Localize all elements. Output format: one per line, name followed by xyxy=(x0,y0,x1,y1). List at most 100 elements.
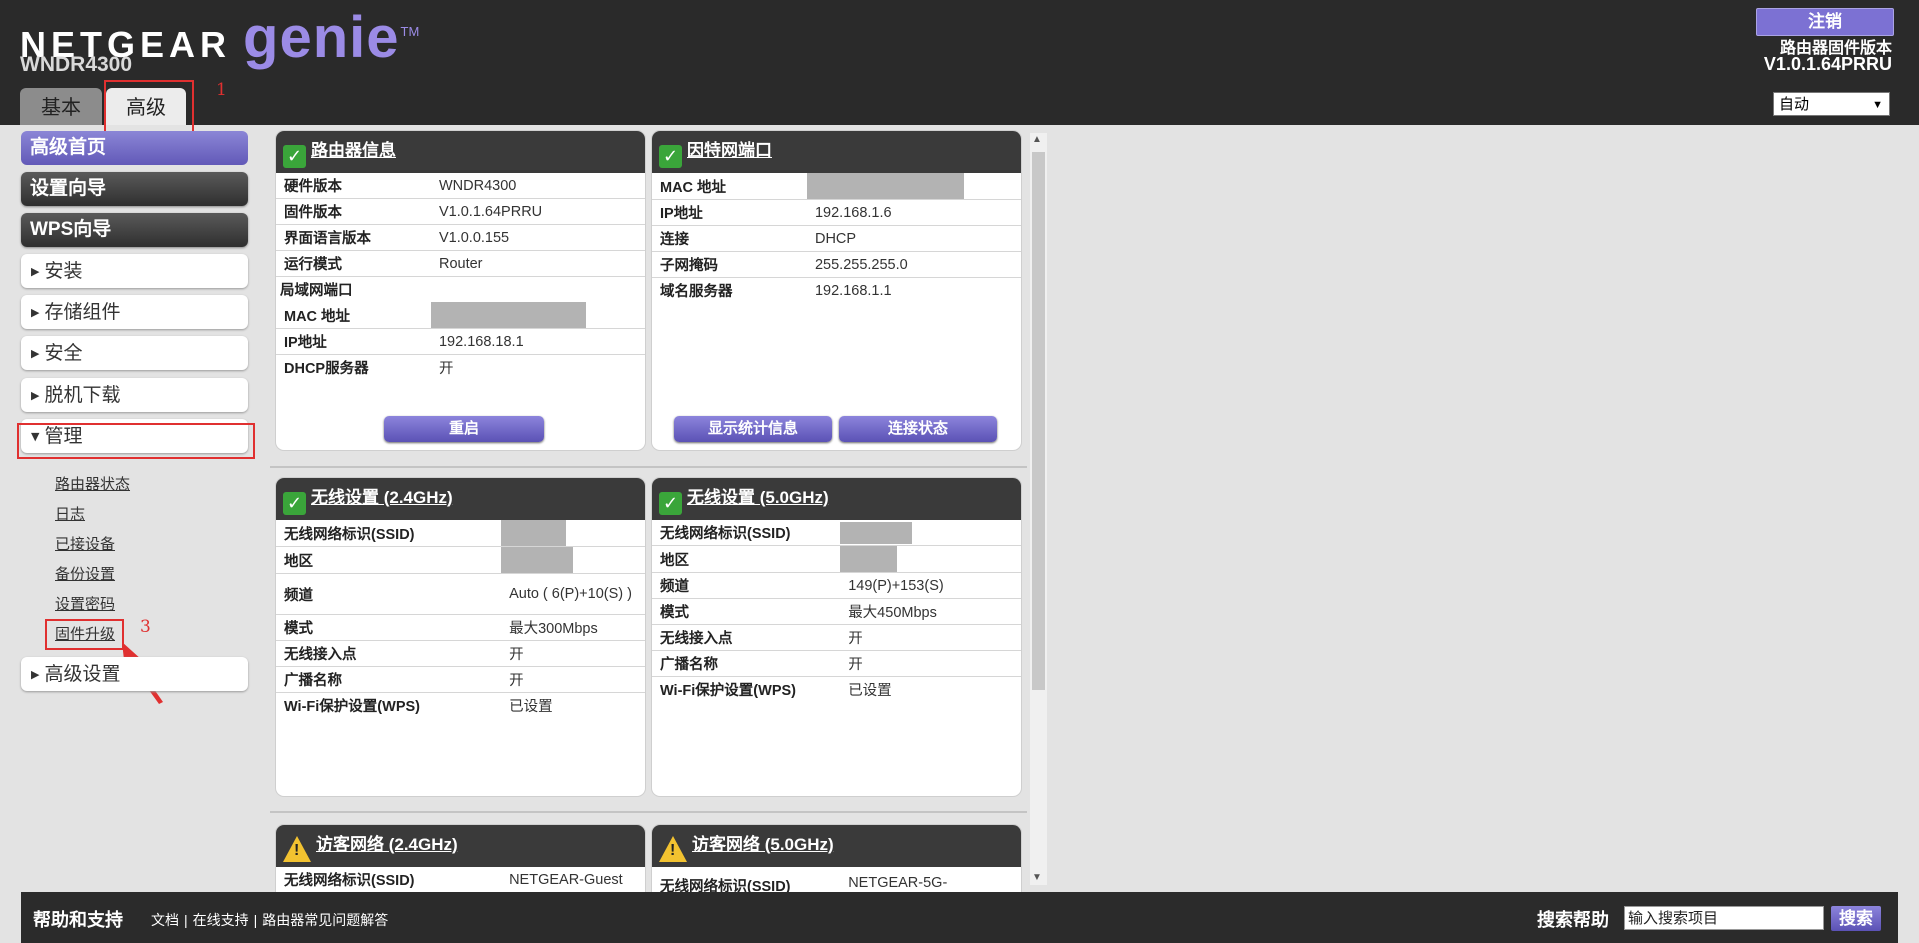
table-row: IP地址 192.168.1.6 xyxy=(652,199,1021,226)
sidebar-link-backup-settings[interactable]: 备份设置 xyxy=(55,563,115,584)
sidebar-section-setup[interactable]: ▶ 安装 xyxy=(21,254,248,288)
table-row: 广播名称开 xyxy=(276,666,645,693)
sidebar-section-offline-download[interactable]: ▶ 脱机下载 xyxy=(21,378,248,412)
panel-header: ✓ 因特网端口 xyxy=(652,131,1021,173)
sidebar-link-logs[interactable]: 日志 xyxy=(55,503,85,524)
table-row: MAC 地址 xyxy=(652,173,1021,200)
help-footer: 帮助和支持 文档 | 在线支持 | 路由器常见问题解答 搜索帮助 输入搜索项目 搜索 xyxy=(21,892,1898,943)
table-row: 硬件版本 WNDR4300 xyxy=(276,173,645,199)
panel-wireless-2-4ghz: ✓ 无线设置 (2.4GHz) 无线网络标识(SSID) 地区 频道 Auto (… xyxy=(276,478,645,796)
table-row: 无线接入点开 xyxy=(652,624,1021,651)
table-row: 连接 DHCP xyxy=(652,225,1021,252)
redacted-region xyxy=(840,546,898,572)
table-row: MAC 地址 xyxy=(276,302,645,329)
dropdown-arrow-icon: ▼ xyxy=(1872,99,1883,111)
table-row: 模式 最大450Mbps xyxy=(652,598,1021,625)
warning-icon: ! xyxy=(659,836,687,862)
router-info-table: 硬件版本 WNDR4300 固件版本 V1.0.1.64PRRU 界面语言版本 V1.… xyxy=(276,173,645,380)
reboot-button[interactable]: 重启 xyxy=(384,416,544,442)
panel-title-link[interactable]: 路由器信息 xyxy=(311,136,396,161)
sidebar-section-security[interactable]: ▶ 安全 xyxy=(21,336,248,370)
sidebar-link-router-status[interactable]: 路由器状态 xyxy=(55,473,130,494)
sidebar-wps-wizard[interactable]: WPS向导 xyxy=(21,213,248,247)
annotation-number-3: 3 xyxy=(140,617,151,637)
annotation-number-1: 1 xyxy=(216,80,227,100)
sidebar-link-attached-devices[interactable]: 已接设备 xyxy=(55,533,115,554)
guest-5ghz-table: 无线网络标识(SSID) NETGEAR-5G- xyxy=(652,867,1021,892)
status-ok-check-icon: ✓ xyxy=(659,144,682,168)
warning-icon: ! xyxy=(283,836,311,862)
sidebar-section-advanced-settings[interactable]: ▶ 高级设置 xyxy=(21,657,248,691)
link-documentation[interactable]: 文档 xyxy=(151,912,179,928)
model-name: WNDR4300 xyxy=(20,53,133,76)
annotation-box-firmware-upgrade xyxy=(45,619,124,650)
panel-guest-2-4ghz: ! 访客网络 (2.4GHz) 无线网络标识(SSID) NETGEAR-Gues… xyxy=(276,825,645,892)
table-row: 运行模式 Router xyxy=(276,250,645,277)
panel-row-divider xyxy=(270,811,1027,813)
search-input[interactable]: 输入搜索项目 xyxy=(1624,906,1824,930)
internet-port-table: MAC 地址 IP地址 192.168.1.6 连接 DHCP 子网掩码 255.25… xyxy=(652,173,1021,303)
language-selected-value: 自动 xyxy=(1779,96,1810,113)
table-row: Wi-Fi保护设置(WPS) 已设置 xyxy=(660,683,892,699)
sidebar-link-set-password[interactable]: 设置密码 xyxy=(55,593,115,614)
table-row: 无线网络标识(SSID) xyxy=(276,520,645,547)
panel-row-divider xyxy=(270,466,1027,468)
lan-port-label: 局域网端口 xyxy=(280,283,353,299)
expand-triangle-icon: ▶ xyxy=(31,265,40,278)
table-row: 固件版本 V1.0.1.64PRRU xyxy=(276,198,645,225)
sidebar-section-storage[interactable]: ▶ 存储组件 xyxy=(21,295,248,329)
logout-button[interactable]: 注销 xyxy=(1756,8,1894,36)
panel-title-link[interactable]: 访客网络 (5.0GHz) xyxy=(692,830,834,855)
link-online-support[interactable]: 在线支持 xyxy=(193,912,249,928)
expand-triangle-icon: ▶ xyxy=(31,668,40,681)
table-row: 无线网络标识(SSID) NETGEAR-5G- xyxy=(652,867,1021,892)
wireless-2-4ghz-table: 无线网络标识(SSID) 地区 频道 Auto ( 6(P)+10(S) ) 模式… xyxy=(276,520,645,718)
lan-section-row: 局域网端口 xyxy=(276,277,645,303)
search-button[interactable]: 搜索 xyxy=(1831,906,1881,931)
header-bar: NETGEAR genie TM WNDR4300 基本 高级 注销 路由器固件… xyxy=(0,0,1919,125)
connection-status-button[interactable]: 连接状态 xyxy=(839,416,997,442)
table-row: 无线网络标识(SSID) xyxy=(652,520,1021,546)
panel-router-info: ✓ 路由器信息 硬件版本 WNDR4300 固件版本 V1.0.1.64PRRU 界… xyxy=(276,131,645,450)
redacted-mac-address xyxy=(430,302,586,328)
panel-wireless-5ghz: ✓ 无线设置 (5.0GHz) 无线网络标识(SSID) 地区 频道 149(P)… xyxy=(652,478,1021,796)
link-separator: | xyxy=(184,912,188,928)
link-router-faq[interactable]: 路由器常见问题解答 xyxy=(262,912,388,928)
show-statistics-button[interactable]: 显示统计信息 xyxy=(674,416,832,442)
panel-title-link[interactable]: 无线设置 (2.4GHz) xyxy=(311,483,453,508)
panel-header: ✓ 路由器信息 xyxy=(276,131,645,173)
firmware-version-value: V1.0.1.64PRRU xyxy=(1763,54,1892,74)
panel-title-link[interactable]: 无线设置 (5.0GHz) xyxy=(687,483,829,508)
expand-triangle-icon: ▶ xyxy=(31,389,40,402)
panel-internet-port: ✓ 因特网端口 MAC 地址 IP地址 192.168.1.6 连接 DHCP 子网… xyxy=(652,131,1021,450)
redacted-ssid xyxy=(840,521,913,544)
scroll-up-arrow-icon[interactable]: ▲ xyxy=(1032,134,1042,145)
redacted-ssid xyxy=(501,520,567,546)
panel-header: ! 访客网络 (5.0GHz) xyxy=(652,825,1021,867)
table-row: IP地址 192.168.18.1 xyxy=(276,328,645,355)
panel-header: ✓ 无线设置 (2.4GHz) xyxy=(276,478,645,520)
guest-2-4ghz-table: 无线网络标识(SSID) NETGEAR-Guest xyxy=(276,867,645,892)
scroll-down-arrow-icon[interactable]: ▼ xyxy=(1032,872,1042,883)
panel-title-link[interactable]: 因特网端口 xyxy=(687,136,772,161)
table-row: 子网掩码 255.255.255.0 xyxy=(652,251,1021,278)
scrollbar-thumb[interactable] xyxy=(1032,152,1045,690)
redacted-region xyxy=(501,547,574,573)
help-support-title: 帮助和支持 xyxy=(33,910,123,931)
sidebar-setup-wizard[interactable]: 设置向导 xyxy=(21,172,248,206)
language-select[interactable]: 自动 ▼ xyxy=(1773,92,1890,116)
redacted-mac-address xyxy=(806,173,964,199)
tab-basic[interactable]: 基本 xyxy=(20,88,102,125)
table-row: 无线网络标识(SSID) NETGEAR-Guest xyxy=(276,867,645,892)
table-row: 域名服务器 192.168.1.1 xyxy=(660,282,892,301)
table-row: 频道 Auto ( 6(P)+10(S) ) xyxy=(276,573,645,615)
panel-title-link[interactable]: 访客网络 (2.4GHz) xyxy=(316,830,458,855)
table-row: 界面语言版本 V1.0.0.155 xyxy=(276,224,645,251)
table-row: 广播名称开 xyxy=(652,650,1021,677)
annotation-box-management xyxy=(17,423,255,459)
sidebar-advanced-home[interactable]: 高级首页 xyxy=(21,131,248,165)
link-separator: | xyxy=(253,912,258,928)
wireless-5ghz-table: 无线网络标识(SSID) 地区 频道 149(P)+153(S) 模式 最大450M… xyxy=(652,520,1021,702)
table-row: 无线接入点开 xyxy=(276,640,645,667)
expand-triangle-icon: ▶ xyxy=(31,347,40,360)
